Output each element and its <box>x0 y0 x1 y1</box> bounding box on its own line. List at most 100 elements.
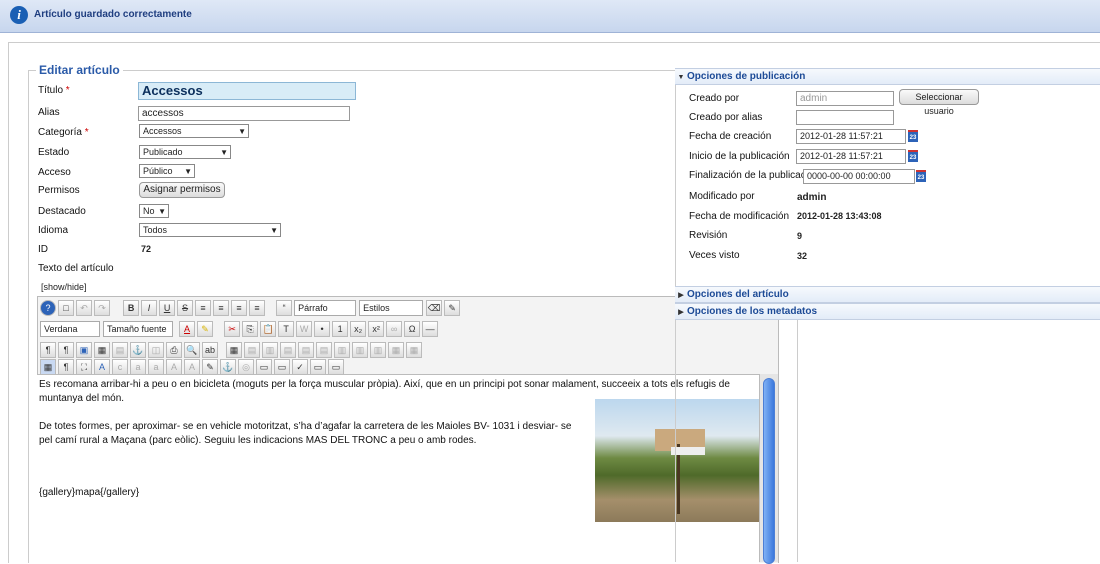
anchor-icon[interactable]: ⚓ <box>130 342 146 358</box>
blockquote-icon[interactable]: “ <box>276 300 293 316</box>
access-label: Acceso <box>38 167 71 178</box>
font-size-select[interactable]: Tamaño fuente <box>103 321 173 337</box>
revision-label: Revisión <box>689 230 728 241</box>
template-icon[interactable]: ▤ <box>112 342 128 358</box>
align-center-icon[interactable]: ≡ <box>213 300 230 316</box>
readmore-icon[interactable]: ▭ <box>274 359 290 375</box>
row-after-icon[interactable]: ▤ <box>298 342 314 358</box>
strikethrough-icon[interactable]: S <box>177 300 194 316</box>
table-icon[interactable]: ▦ <box>226 342 242 358</box>
image-icon[interactable]: ▣ <box>76 342 92 358</box>
bold-icon[interactable]: B <box>123 300 140 316</box>
publish-up-input[interactable]: 2012-01-28 11:57:21 <box>796 149 906 164</box>
state-select[interactable]: Publicado ▼ <box>139 145 231 159</box>
assign-permissions-button[interactable]: Asignar permisos <box>139 182 225 198</box>
replace-icon[interactable]: ab <box>202 342 218 358</box>
show-blocks-icon[interactable]: ¶ <box>58 359 74 375</box>
styles-select[interactable]: Estilos <box>359 300 424 316</box>
attribs-icon[interactable]: ✎ <box>202 359 218 375</box>
split-cells-icon[interactable]: ▦ <box>388 342 404 358</box>
help-icon[interactable]: ? <box>40 300 56 316</box>
copy-icon[interactable]: ⎘ <box>242 321 259 337</box>
align-left-icon[interactable]: ≡ <box>195 300 212 316</box>
underline-icon[interactable]: U <box>159 300 176 316</box>
paste-word-icon[interactable]: W <box>296 321 313 337</box>
featured-select[interactable]: No ▼ <box>139 204 169 218</box>
fullscreen-icon[interactable]: ⛶ <box>76 359 92 375</box>
publishing-options-header[interactable]: ▼ Opciones de publicación <box>675 68 1100 85</box>
col-before-icon[interactable]: ▥ <box>334 342 350 358</box>
ins-icon[interactable]: A <box>184 359 200 375</box>
new-document-icon[interactable]: □ <box>58 300 74 316</box>
language-select[interactable]: Todos ▼ <box>139 223 281 237</box>
text-color-icon[interactable]: A <box>179 321 196 337</box>
metadata-options-header[interactable]: ▶ Opciones de los metadatos <box>675 303 1100 320</box>
code-icon[interactable]: ▭ <box>328 359 344 375</box>
bullet-list-icon[interactable]: • <box>314 321 331 337</box>
cite-icon[interactable]: c <box>112 359 128 375</box>
acronym-icon[interactable]: a <box>148 359 164 375</box>
article-options-header[interactable]: ▶ Opciones del artículo <box>675 286 1100 303</box>
eraser-icon[interactable]: ⌫ <box>426 300 443 316</box>
italic-icon[interactable]: I <box>141 300 158 316</box>
category-label: Categoría * <box>38 127 89 138</box>
styleprops-icon[interactable]: A <box>94 359 110 375</box>
subscript-icon[interactable]: x₂ <box>350 321 367 337</box>
undo-icon[interactable]: ↶ <box>76 300 92 316</box>
ltr-icon[interactable]: ¶ <box>40 342 56 358</box>
calendar-icon[interactable]: 23 <box>908 130 918 142</box>
nonbreaking-icon[interactable]: ⚓ <box>220 359 236 375</box>
clean-icon[interactable]: ✎ <box>444 300 461 316</box>
publish-down-input[interactable]: 0000-00-00 00:00:00 <box>803 169 915 184</box>
category-select[interactable]: Accessos ▼ <box>139 124 249 138</box>
created-alias-input[interactable] <box>796 110 894 125</box>
select-user-button[interactable]: Seleccionar usuario <box>899 89 979 116</box>
abbr-icon[interactable]: a <box>130 359 146 375</box>
link-icon[interactable]: ∞ <box>386 321 403 337</box>
paste-text-icon[interactable]: T <box>278 321 295 337</box>
media-icon[interactable]: ▦ <box>94 342 110 358</box>
featured-label: Destacado <box>38 206 86 217</box>
align-justify-icon[interactable]: ≡ <box>249 300 266 316</box>
hr-icon[interactable]: ▭ <box>310 359 326 375</box>
row-before-icon[interactable]: ▤ <box>280 342 296 358</box>
print-icon[interactable]: ⎙ <box>166 342 182 358</box>
chevron-down-icon: ▼ <box>184 167 192 176</box>
rtl-icon[interactable]: ¶ <box>58 342 74 358</box>
delete-row-icon[interactable]: ▤ <box>316 342 332 358</box>
del-icon[interactable]: A <box>166 359 182 375</box>
calendar-icon[interactable]: 23 <box>916 170 926 182</box>
redo-icon[interactable]: ↷ <box>94 300 110 316</box>
spellcheck-icon[interactable]: ✓ <box>292 359 308 375</box>
alias-input[interactable]: accessos <box>138 106 350 121</box>
pagebreak-icon[interactable]: ▭ <box>256 359 272 375</box>
horizontal-rule-icon[interactable]: — <box>422 321 439 337</box>
visual-aid-icon[interactable]: ▦ <box>40 359 56 375</box>
row-props-icon[interactable]: ▤ <box>244 342 260 358</box>
created-by-input[interactable]: admin <box>796 91 894 106</box>
cell-props-icon[interactable]: ▥ <box>262 342 278 358</box>
cut-icon[interactable]: ✂ <box>224 321 241 337</box>
find-icon[interactable]: 🔍 <box>184 342 200 358</box>
layer-icon[interactable]: ◎ <box>238 359 254 375</box>
align-right-icon[interactable]: ≡ <box>231 300 248 316</box>
creation-date-label: Fecha de creación <box>689 131 772 142</box>
delete-col-icon[interactable]: ▥ <box>370 342 386 358</box>
paste-icon[interactable]: 📋 <box>260 321 277 337</box>
highlight-icon[interactable]: ✎ <box>197 321 214 337</box>
superscript-icon[interactable]: x² <box>368 321 385 337</box>
show-hide-toggle[interactable]: [show/hide] <box>41 282 87 292</box>
special-char-icon[interactable]: Ω <box>404 321 421 337</box>
font-select[interactable]: Verdana <box>40 321 100 337</box>
preview-icon[interactable]: ◫ <box>148 342 164 358</box>
numbered-list-icon[interactable]: 1 <box>332 321 349 337</box>
col-after-icon[interactable]: ▥ <box>352 342 368 358</box>
format-select[interactable]: Párrafo <box>294 300 357 316</box>
editor-toolbar-row-1: ? □ ↶ ↷ B I U S ≡ ≡ ≡ ≡ “Párrafo Estilos ⌫ ✎ <box>40 300 462 316</box>
creation-date-input[interactable]: 2012-01-28 11:57:21 <box>796 129 906 144</box>
merge-cells-icon[interactable]: ▦ <box>406 342 422 358</box>
publish-down-label: Finalización de la publicación <box>689 170 820 181</box>
calendar-icon[interactable]: 23 <box>908 150 918 162</box>
title-input[interactable]: Accessos <box>138 82 356 100</box>
access-select[interactable]: Público ▼ <box>139 164 195 178</box>
